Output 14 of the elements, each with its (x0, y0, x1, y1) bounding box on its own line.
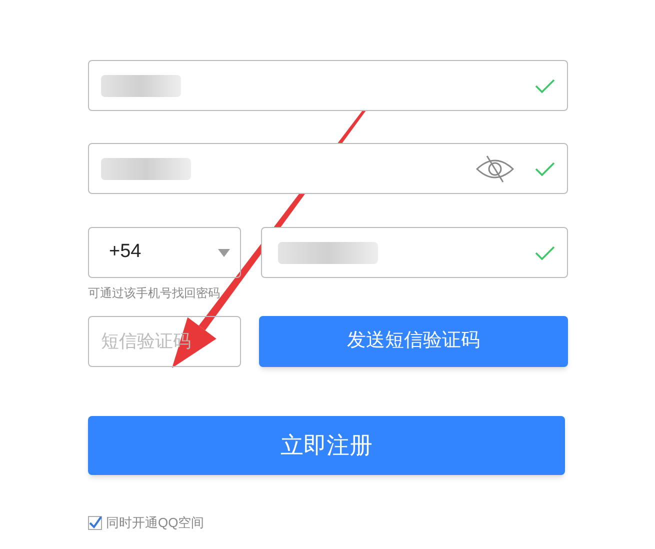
checkmark-icon (535, 160, 555, 176)
hint-text: 可通过该手机号找回密码 (88, 285, 220, 301)
checkmark-icon (535, 78, 555, 94)
send-sms-button[interactable]: 发送短信验证码 (259, 316, 568, 367)
register-button[interactable]: 立即注册 (88, 416, 565, 475)
password-field[interactable] (88, 143, 568, 194)
eye-slash-icon[interactable] (475, 154, 515, 184)
caret-icon (218, 248, 230, 256)
checkmark-icon (535, 244, 555, 260)
checkbox[interactable] (88, 516, 102, 530)
qzone-label: 同时开通QQ空间 (106, 514, 204, 532)
phone-field[interactable] (261, 227, 568, 278)
country-code-select[interactable]: +54 (88, 227, 241, 278)
username-field[interactable] (88, 60, 568, 111)
